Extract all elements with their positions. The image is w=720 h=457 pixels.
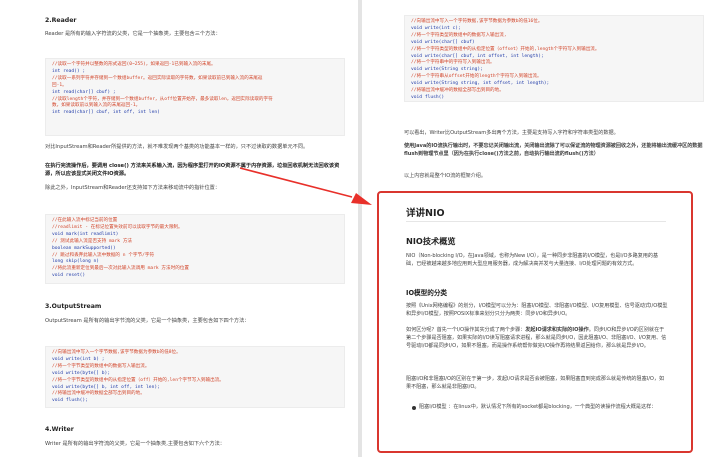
reader-intro: Reader 是所有的输入字符流的父类，它是一个抽象类，主要包含三个方法： [45, 31, 221, 37]
reader-code-line: //读取一系列字符并存储到一个数组buffer。返回实际读取的字符数，如果读取前… [52, 75, 263, 81]
reader-code-line: int read(char[] cbuf, int off, int len) [52, 110, 160, 116]
pointer-code-line: void reset() [52, 273, 86, 279]
outputstream-code-line: void write(byte[] b); [52, 370, 111, 376]
reader-code-line: 回-1。 [52, 82, 67, 88]
writer-code-block: //向输出流中写入一个字符数据,该字节数据为参数b的低16位。 void writ… [404, 15, 704, 102]
writer-heading: 4.Writer [45, 426, 74, 433]
pointer-code-line: //readlimit - 在标记位置失效前可以读取字节的最大限制。 [52, 224, 183, 230]
nio-bullet-text: 阻塞I/O模型 ：在linux中，默认情况下所有的socket都是blockin… [419, 404, 657, 410]
reader-note-1: 对比InputStream和Reader所提供的方法，就不难发现两个基类的功能基… [45, 144, 309, 150]
nio-model-text-2b: 发起IO请求和实际的IO操作 [525, 327, 589, 333]
nio-highlight-box: 详讲NIO NIO技术概览 NIO（Non-blocking I/O，在Java… [377, 191, 693, 453]
writer-code-line: void write(char[] cbuf) [411, 39, 475, 45]
reader-note-2: 在执行完流操作后，要调用 close() 方法来关系输入流，因为程序里打开的IO… [45, 162, 345, 178]
page-divider [358, 0, 362, 457]
bullet-dot [412, 406, 416, 410]
outputstream-code-line: //将输出流中缓冲的数据全部写出到目的地。 [52, 391, 145, 397]
nio-model-text-3: 阻塞I/O和非阻塞I/O的区别在于第一步，发起I/O请求是否会被阻塞，如果阻塞直… [406, 376, 665, 390]
outputstream-code-line: void flush(); [52, 398, 88, 404]
writer-code-line: //向输出流中写入一个字符数据,该字节数据为参数b的低16位。 [411, 19, 543, 24]
writer-note-3: 以上内容就是整个IO流的框架介绍。 [404, 173, 486, 179]
outputstream-heading: 3.OutputStream [45, 303, 102, 310]
nio-model-text-2: 如何区分呢？首先一个I/O操作其实分成了两个步骤：发起IO请求和实际的IO操作。… [406, 326, 668, 350]
pointer-code-block: //在此输入流中标记当前的位置//readlimit - 在标记位置失效前可以读… [45, 214, 345, 284]
nio-overview-heading: NIO技术概览 [406, 236, 456, 246]
reader-code-line: int read() ; [52, 68, 86, 74]
outputstream-intro: OutputStream 是所有的输出字节流的父类，它是一个抽象类，主要包含如下… [45, 318, 250, 324]
nio-model-text-2a: 如何区分呢？首先一个I/O操作其实分成了两个步骤： [406, 327, 526, 333]
nio-title: 详讲NIO [406, 208, 445, 219]
nio-model-heading: IO模型的分类 [406, 289, 448, 297]
pointer-code-line: //在此输入流中标记当前的位置 [52, 218, 118, 223]
writer-code-line: void flush() [411, 94, 445, 100]
writer-code-line: //将一个字符类型的数组中的数据写入输出流, [411, 32, 507, 38]
writer-code-line: void write(int c); [411, 25, 461, 31]
writer-code-line: //将输出流中缓冲的数据全部写出到目的地。 [411, 88, 504, 94]
reader-note-2-text: 在执行完流操作后，要调用 close() 方法来关系输入流，因为程序里打开的IO… [45, 163, 340, 177]
pointer-code-line: // 测试此输入流是否支持 mark 方法 [52, 238, 133, 244]
reader-note-3: 除此之外，InputStream和Reader还支持如下方法来移动流中的指针位置… [45, 185, 221, 191]
nio-overview-text: NIO（Non-blocking I/O，在Java领域，也称为New I/O）… [406, 253, 659, 267]
writer-note-1: 可以看出，Writer比OutputStream多出两个方法，主要是支持写入字符… [404, 130, 619, 136]
outputstream-code-line: void write(int b) ; [52, 356, 105, 362]
outputstream-code-block: //向输出流中写入一个字节数据,该字节数据为参数b的低8位。 void write… [45, 346, 345, 408]
outputstream-code-line: //将一个字节类型的数组中的数据写入输出流。 [52, 363, 150, 369]
outputstream-code-line: //向输出流中写入一个字节数据,该字节数据为参数b的低8位。 [52, 350, 181, 355]
writer-note-2-text: 使用Java的IO流执行输出时，不要忘记关闭输出流，关闭输出流除了可以保证流的物… [404, 143, 703, 157]
writer-intro: Writer 是所有的输出字符流的父类，它是一个抽象类,主要包含如下六个方法： [45, 441, 225, 447]
writer-note-2: 使用Java的IO流执行输出时，不要忘记关闭输出流，关闭输出流除了可以保证流的物… [404, 142, 704, 158]
nio-title-rule [406, 221, 666, 222]
reader-code-line: //读取一个字符并以整数的形式返回(0~255)，如果返回-1已到输入流的末尾。 [52, 62, 216, 67]
left-page: 2.Reader Reader 是所有的输入字符流的父类，它是一个抽象类，主要包… [0, 0, 356, 457]
writer-code-line: //将一个字符类型的数组中的从指定位置（offset）开始的,length个字符… [411, 46, 600, 52]
pointer-code-line: //将此流重新定位到最后一次对此输入流调用 mark 方法时的位置 [52, 266, 189, 272]
reader-heading: 2.Reader [45, 17, 77, 24]
nio-model-text-1: 按照《Unix网络编程》的划分，I/O模型可以分为：阻塞I/O模型、非阻塞I/O… [406, 303, 668, 317]
pointer-code-line: boolean markSupported() [52, 245, 116, 251]
reader-code-line: int read(char[] cbuf) ; [52, 89, 116, 95]
outputstream-code-line: //将一个字节类型的数组中的从指定位置（off）开始的,len个字节写入到输出流… [52, 377, 224, 383]
reader-code-block: //读取一个字符并以整数的形式返回(0~255)，如果返回-1已到输入流的末尾。… [45, 58, 345, 136]
pointer-code-line: void mark(int readlimit) [52, 231, 119, 237]
